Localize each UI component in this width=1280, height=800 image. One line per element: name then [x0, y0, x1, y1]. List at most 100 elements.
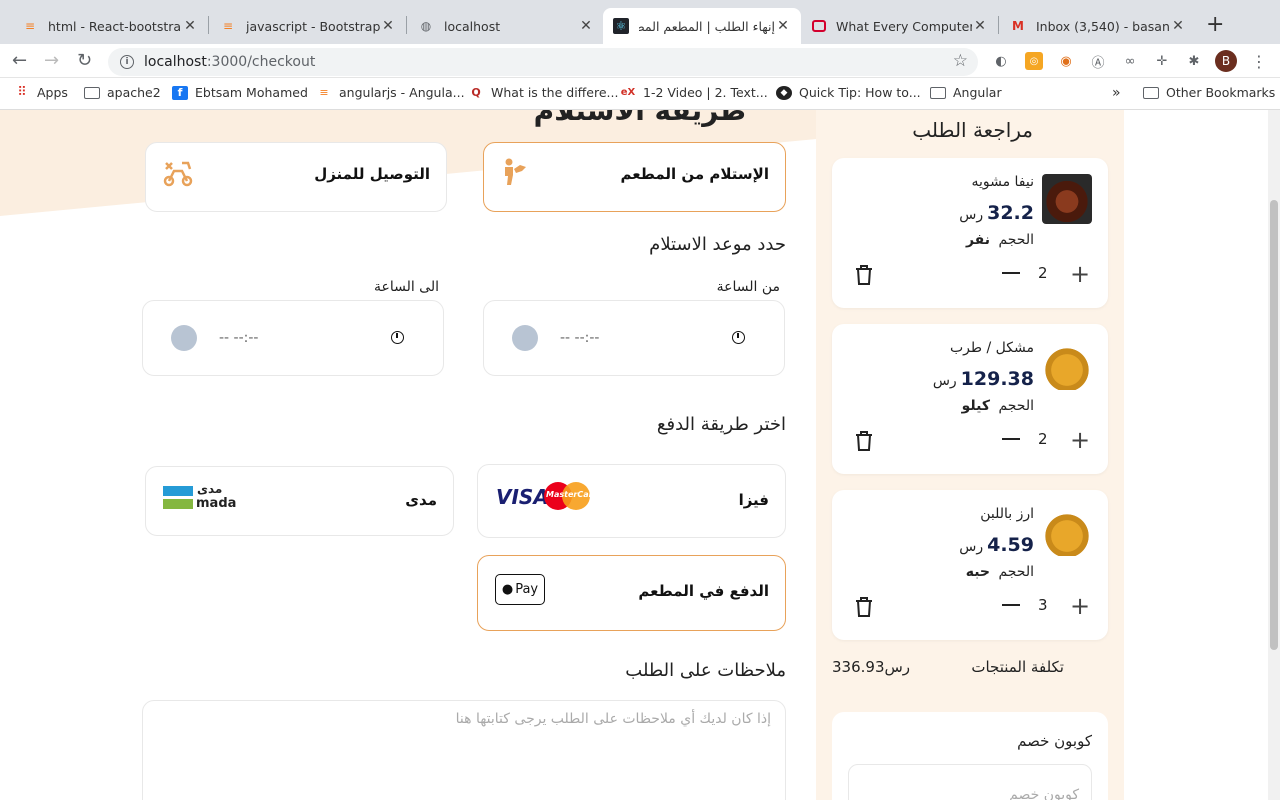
to-time-label: الى الساعة: [373, 279, 439, 295]
folder-icon: [84, 86, 100, 100]
trash-icon[interactable]: [854, 264, 874, 286]
apple-icon: ●: [501, 582, 514, 597]
clock-icon[interactable]: [391, 331, 404, 344]
puzzle-icon[interactable]: ✱: [1185, 52, 1203, 70]
dark-mode-icon[interactable]: ◐: [992, 52, 1010, 70]
minus-icon[interactable]: [1002, 438, 1020, 440]
profile-avatar[interactable]: B: [1215, 50, 1237, 72]
stackoverflow-icon: ≡: [222, 19, 234, 33]
oreilly-icon: [812, 20, 826, 32]
browser-tab[interactable]: ◍ localhost ✕: [408, 8, 604, 44]
plus-icon[interactable]: +: [1070, 428, 1090, 452]
bookmarks-bar: ⠿ Apps apache2 f Ebtsam Mohamed ≡ angularjs…: [0, 78, 1280, 110]
menu-kebab-icon[interactable]: ⋮: [1250, 52, 1268, 71]
quora-icon: Q: [471, 86, 481, 99]
product-image: [1042, 340, 1092, 390]
extension-icon[interactable]: Ⓐ: [1089, 52, 1107, 71]
notes-textarea[interactable]: إذا كان لديك أي ملاحظات على الطلب يرجى ك…: [142, 700, 786, 800]
folder-icon: [930, 86, 946, 100]
browser-tab-strip: ≡ html - React-bootstrap ✕ ≡ javascript …: [0, 0, 1280, 44]
mada-option[interactable]: مدى مدى mada: [145, 466, 454, 536]
browser-tab[interactable]: What Every Computer S ✕: [802, 8, 998, 44]
coupon-input[interactable]: كوبون خصم: [848, 764, 1092, 800]
scrollbar-thumb[interactable]: [1270, 200, 1278, 650]
pickup-option[interactable]: الإستلام من المطعم: [483, 142, 786, 212]
mada-logo: مدى mada: [163, 482, 236, 512]
address-bar-row: ← → ↻ i localhost:3000/checkout ☆ ◐ ◎ ◉ …: [0, 44, 1280, 78]
quantity-value: 2: [1038, 264, 1048, 282]
bookmark-item[interactable]: ≡ angularjs - Angula...: [316, 85, 464, 100]
from-time-input[interactable]: -- --:--: [483, 300, 785, 376]
minus-icon[interactable]: [1002, 604, 1020, 606]
from-time-label: من الساعة: [716, 279, 780, 295]
quantity-value: 2: [1038, 430, 1048, 448]
react-icon: ⚛: [613, 18, 629, 34]
subtotal-label: تكلفة المنتجات: [971, 658, 1064, 676]
bookmark-item[interactable]: ◆ Quick Tip: How to...: [776, 85, 921, 100]
clock-icon: [171, 325, 197, 351]
extension-icon[interactable]: ◉: [1057, 52, 1075, 70]
visa-option[interactable]: فيزا VISA MasterCard: [477, 464, 786, 538]
apple-pay-logo: ● Pay: [495, 574, 545, 605]
minus-icon[interactable]: [1002, 272, 1020, 274]
info-icon[interactable]: i: [120, 55, 134, 69]
subtotal-value: 336.93رس: [832, 658, 911, 676]
trash-icon[interactable]: [854, 430, 874, 452]
visa-logo: VISA: [496, 485, 549, 509]
folder-icon: [1143, 86, 1159, 100]
close-icon[interactable]: ✕: [1170, 18, 1186, 34]
close-icon[interactable]: ✕: [380, 18, 396, 34]
browser-tab[interactable]: ≡ javascript - Bootstrap m ✕: [210, 8, 406, 44]
stackoverflow-icon: ≡: [24, 19, 36, 33]
browser-tab[interactable]: ≡ html - React-bootstrap ✕: [12, 8, 208, 44]
url-field[interactable]: i localhost:3000/checkout ☆: [108, 48, 978, 76]
forward-arrow-icon[interactable]: →: [44, 50, 59, 71]
close-icon[interactable]: ✕: [578, 18, 594, 34]
close-icon[interactable]: ✕: [972, 18, 988, 34]
new-tab-icon[interactable]: +: [1206, 12, 1224, 37]
cart-item: ارز باللبن 4.59رس الحجم حبه + 3: [832, 490, 1108, 640]
apps-grid-icon: ⠿: [17, 85, 27, 100]
edx-icon: eX: [620, 87, 636, 98]
extension-icon[interactable]: ✛: [1153, 52, 1171, 70]
bookmark-item[interactable]: Q What is the differe...: [468, 85, 618, 100]
cart-item: مشكل / طرب 129.38رس الحجم كيلو + 2: [832, 324, 1108, 474]
plus-icon[interactable]: +: [1070, 262, 1090, 286]
coupon-card: كوبون خصم كوبون خصم: [832, 712, 1108, 800]
close-icon[interactable]: ✕: [775, 18, 791, 34]
to-time-input[interactable]: -- --:--: [142, 300, 444, 376]
bookmark-item[interactable]: eX 1-2 Video | 2. Text...: [620, 85, 768, 100]
more-bookmarks-icon[interactable]: »: [1112, 85, 1121, 101]
bookmark-item[interactable]: f Ebtsam Mohamed: [172, 85, 308, 100]
delivery-scooter-icon: [163, 161, 193, 187]
checkout-page: طريقة الاستلام الإستلام من المطعم التوصي…: [0, 110, 1280, 800]
extension-icon[interactable]: ∞: [1121, 52, 1139, 70]
cart-item: نيفا مشويه 32.2رس الحجم نفر + 2: [832, 158, 1108, 308]
tutsplus-icon: ◆: [776, 85, 792, 100]
back-arrow-icon[interactable]: ←: [12, 50, 27, 71]
receive-method-title: طريقة الاستلام: [533, 110, 746, 127]
stackoverflow-icon: ≡: [319, 86, 329, 99]
close-icon[interactable]: ✕: [182, 18, 198, 34]
browser-tab-active[interactable]: ⚛ إنهاء الطلب | المطعم المصري ✕: [603, 8, 801, 44]
pickup-person-icon: [505, 158, 526, 185]
extension-icon[interactable]: ◎: [1025, 52, 1043, 70]
bookmark-item[interactable]: Other Bookmarks: [1143, 85, 1275, 100]
bookmark-item[interactable]: Angular: [930, 85, 1002, 100]
delivery-option[interactable]: التوصيل للمنزل: [145, 142, 447, 212]
product-image: [1042, 174, 1092, 224]
reload-icon[interactable]: ↻: [77, 50, 92, 71]
bookmark-star-icon[interactable]: ☆: [953, 51, 968, 71]
plus-icon[interactable]: +: [1070, 594, 1090, 618]
bookmark-item[interactable]: ⠿ Apps: [14, 85, 68, 100]
time-section-title: حدد موعد الاستلام: [649, 234, 786, 255]
trash-icon[interactable]: [854, 596, 874, 618]
browser-tab[interactable]: M Inbox (3,540) - basant ✕: [1000, 8, 1196, 44]
clock-icon[interactable]: [732, 331, 745, 344]
clock-icon: [512, 325, 538, 351]
globe-icon: ◍: [420, 19, 432, 33]
bookmark-item[interactable]: apache2: [84, 85, 161, 100]
product-image: [1042, 506, 1092, 556]
pay-at-restaurant-option[interactable]: الدفع في المطعم ● Pay: [477, 555, 786, 631]
gmail-icon: M: [1012, 19, 1024, 33]
